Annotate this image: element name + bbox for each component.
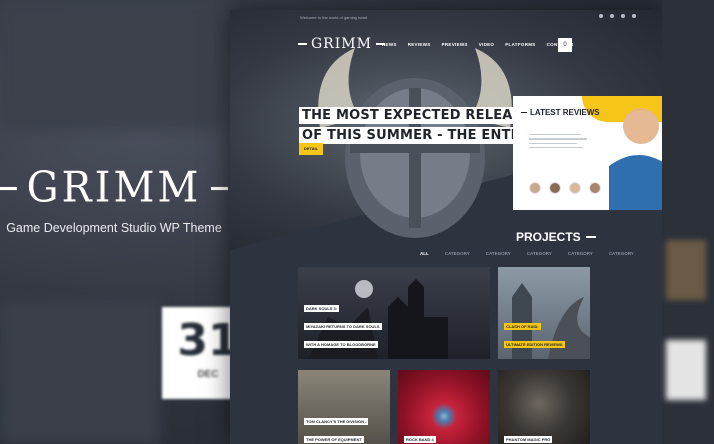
filter-category[interactable]: CATEGORY [486,251,511,256]
avatar[interactable] [549,182,561,194]
blurred-right-edge [662,0,714,444]
project-card-the-division[interactable]: TOM CLANCY'S THE DIVISION - THE POWER OF… [298,370,390,444]
reviewer-photo [609,108,662,210]
nav-item-video[interactable]: VIDEO [479,42,495,47]
reviews-title: LATEST REVIEWS [521,108,600,117]
project-caption: TOM CLANCY'S THE DIVISION - THE POWER OF… [304,418,369,443]
blurred-thumbnail [666,340,706,400]
project-card-phantom-magic[interactable]: PHANTOM MAGIC PRO [498,370,590,444]
filter-category[interactable]: CATEGORY [609,251,634,256]
main-navigation: GRIMM NEWS REVIEWS PREVIEWS VIDEO PLATFO… [230,34,662,56]
project-caption: CLASH OF RAID: ULTIMATE EDITION REVIEWS [504,323,565,348]
twitter-icon[interactable] [610,14,614,18]
avatar[interactable] [529,182,541,194]
blurred-thumbnail [666,240,706,300]
top-bar: Welcome to the world of gaming heart [230,10,662,24]
welcome-text: Welcome to the world of gaming heart [300,15,368,20]
project-caption: ROCK BAND 4 [404,436,436,443]
latest-reviews-panel: LATEST REVIEWS [513,96,662,210]
brand-title: GRIMM [0,164,228,212]
avatar[interactable] [569,182,581,194]
filter-category[interactable]: CATEGORY [568,251,593,256]
project-card-clash-of-raid[interactable]: CLASH OF RAID: ULTIMATE EDITION REVIEWS [498,267,590,359]
project-caption: DARK SOULS 3: MIYAZAKI RETURNS TO DARK S… [304,305,382,348]
detail-button[interactable]: DETAIL [299,143,323,155]
nav-item-reviews[interactable]: REVIEWS [408,42,431,47]
social-links [599,14,636,18]
review-text-lines [529,134,587,151]
filter-category[interactable]: CATEGORY [527,251,552,256]
nav-item-news[interactable]: NEWS [382,42,397,47]
project-card-rock-band[interactable]: ROCK BAND 4 [398,370,490,444]
nav-item-previews[interactable]: PREVIEWS [442,42,468,47]
filter-all[interactable]: ALL [420,251,429,256]
hero-headline-line2: OF THIS SUMMER - THE ENTITY! [299,127,544,144]
nav-menu: NEWS REVIEWS PREVIEWS VIDEO PLATFORMS CO… [382,42,574,47]
project-caption: PHANTOM MAGIC PRO [504,436,553,443]
youtube-icon[interactable] [632,14,636,18]
site-logo[interactable]: GRIMM [298,36,385,52]
nav-item-platforms[interactable]: PLATFORMS [505,42,535,47]
project-card-dark-souls[interactable]: DARK SOULS 3: MIYAZAKI RETURNS TO DARK S… [298,267,490,359]
projects-heading: PROJECTS [516,230,596,244]
avatar[interactable] [589,182,601,194]
hero-headline-line1: THE MOST EXPECTED RELEASE [299,107,535,124]
google-plus-icon[interactable] [621,14,625,18]
hero-headline: THE MOST EXPECTED RELEASE OF THIS SUMMER… [299,106,544,146]
brand-subtitle: Game Development Studio WP Theme [6,221,222,235]
filter-category[interactable]: CATEGORY [445,251,470,256]
theme-preview: Welcome to the world of gaming heart GRI… [230,10,662,444]
brand-block: GRIMM Game Development Studio WP Theme [0,164,228,235]
reviewer-avatars [529,182,601,194]
project-filters: ALL CATEGORY CATEGORY CATEGORY CATEGORY … [420,251,634,256]
facebook-icon[interactable] [599,14,603,18]
cart-button[interactable]: 0 [558,38,572,52]
